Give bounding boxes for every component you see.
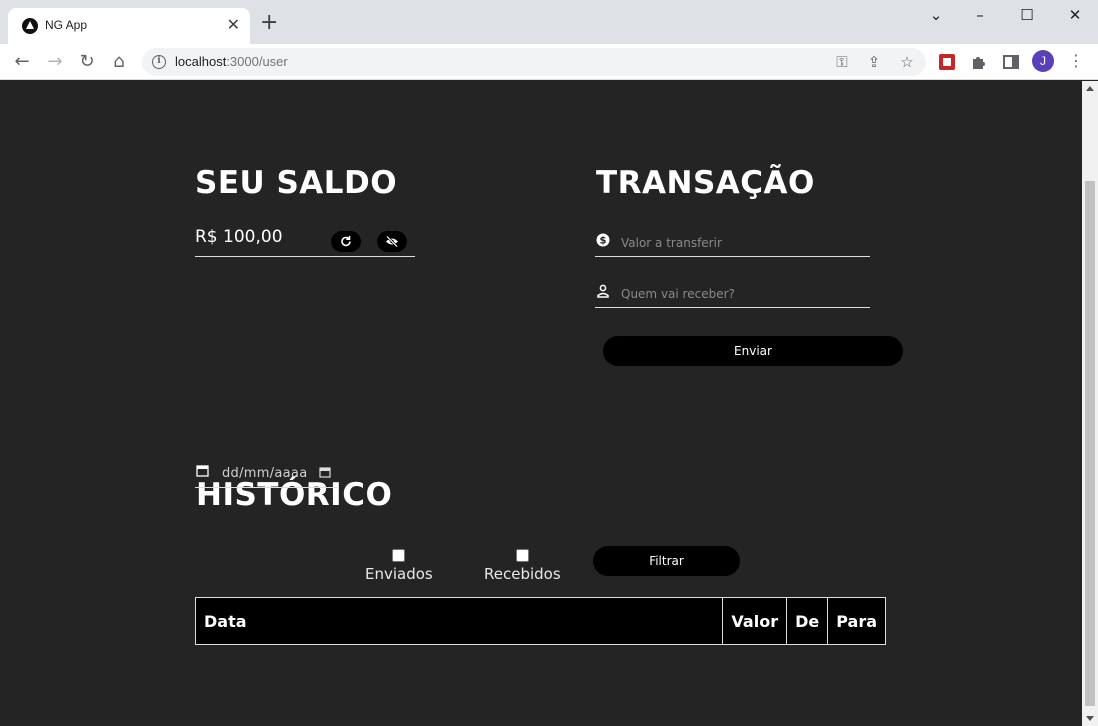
calendar-icon	[196, 465, 209, 477]
refresh-balance-button[interactable]	[331, 231, 361, 252]
browser-tab-strip: NG App ✕ + ⌄ – ☐ ✕	[0, 0, 1098, 44]
amount-field[interactable]: $ Valor a transferir	[595, 231, 870, 257]
svg-text:$: $	[600, 236, 607, 247]
window-close-icon[interactable]: ✕	[1060, 6, 1090, 24]
maximize-icon[interactable]: ☐	[1012, 6, 1042, 24]
history-table: Data Valor De Para	[194, 597, 886, 645]
scroll-up-icon[interactable]	[1086, 86, 1094, 91]
address-bar[interactable]: i localhost:3000/user ⚿ ⇪ ☆	[142, 48, 926, 76]
received-checkbox[interactable]	[516, 549, 529, 562]
browser-toolbar: ← → ↻ ⌂ i localhost:3000/user ⚿ ⇪ ☆	[0, 44, 1098, 80]
scroll-thumb[interactable]	[1085, 181, 1095, 706]
extension-red-icon[interactable]	[938, 53, 956, 71]
balance-field: R$ 100,00	[195, 227, 415, 257]
filter-button[interactable]: Filtrar	[593, 546, 740, 576]
tab-close-icon[interactable]: ✕	[227, 16, 240, 34]
balance-heading: SEU SALDO	[195, 165, 398, 201]
dollar-icon: $	[596, 233, 610, 247]
recipient-field[interactable]: Quem vai receber?	[595, 282, 870, 308]
recipient-placeholder: Quem vai receber?	[621, 287, 735, 301]
browser-tab[interactable]: NG App ✕	[8, 8, 250, 44]
page-scrollbar[interactable]	[1082, 81, 1098, 726]
date-picker-icon[interactable]	[319, 466, 331, 478]
url-text[interactable]: localhost:3000/user	[175, 54, 288, 69]
side-panel-icon[interactable]	[1002, 53, 1020, 71]
extensions-puzzle-icon[interactable]	[970, 53, 988, 71]
scroll-down-icon[interactable]	[1086, 716, 1094, 721]
amount-placeholder: Valor a transferir	[621, 236, 722, 250]
column-header-to[interactable]: Para	[827, 597, 886, 645]
date-filter-input[interactable]: dd/mm/aaaa	[195, 460, 337, 488]
back-icon[interactable]: ←	[10, 50, 34, 74]
refresh-icon	[341, 236, 351, 247]
received-label: Recebidos	[484, 565, 561, 583]
page-content: SEU SALDO R$ 100,00 TRANSAÇÃO $ Valor a …	[0, 81, 1082, 726]
minimize-icon[interactable]: –	[965, 6, 995, 24]
table-header-row: Data Valor De Para	[194, 597, 886, 645]
bookmark-star-icon[interactable]: ☆	[897, 53, 917, 71]
send-button[interactable]: Enviar	[603, 336, 903, 366]
date-placeholder: dd/mm/aaaa	[222, 466, 308, 481]
transaction-heading: TRANSAÇÃO	[596, 165, 815, 201]
reload-icon[interactable]: ↻	[75, 50, 99, 74]
sent-checkbox[interactable]	[392, 549, 405, 562]
site-info-icon[interactable]: i	[152, 55, 166, 69]
eye-off-icon	[386, 235, 398, 248]
browser-menu-icon[interactable]: ⋮	[1066, 50, 1086, 72]
home-icon[interactable]: ⌂	[107, 50, 131, 74]
column-header-from[interactable]: De	[786, 597, 829, 645]
hide-balance-button[interactable]	[377, 231, 407, 252]
sent-label: Enviados	[365, 565, 433, 583]
person-icon	[597, 284, 609, 298]
column-header-date[interactable]: Data	[194, 597, 724, 645]
forward-icon[interactable]: →	[43, 50, 67, 74]
key-icon[interactable]: ⚿	[832, 53, 852, 71]
column-header-value[interactable]: Valor	[722, 597, 788, 645]
tab-search-icon[interactable]: ⌄	[921, 6, 951, 24]
tab-title: NG App	[45, 18, 88, 32]
new-tab-icon[interactable]: +	[260, 12, 278, 34]
balance-value: R$ 100,00	[195, 227, 283, 247]
share-icon[interactable]: ⇪	[864, 53, 884, 71]
profile-avatar[interactable]: J	[1032, 50, 1054, 72]
angular-favicon-icon	[22, 18, 38, 34]
